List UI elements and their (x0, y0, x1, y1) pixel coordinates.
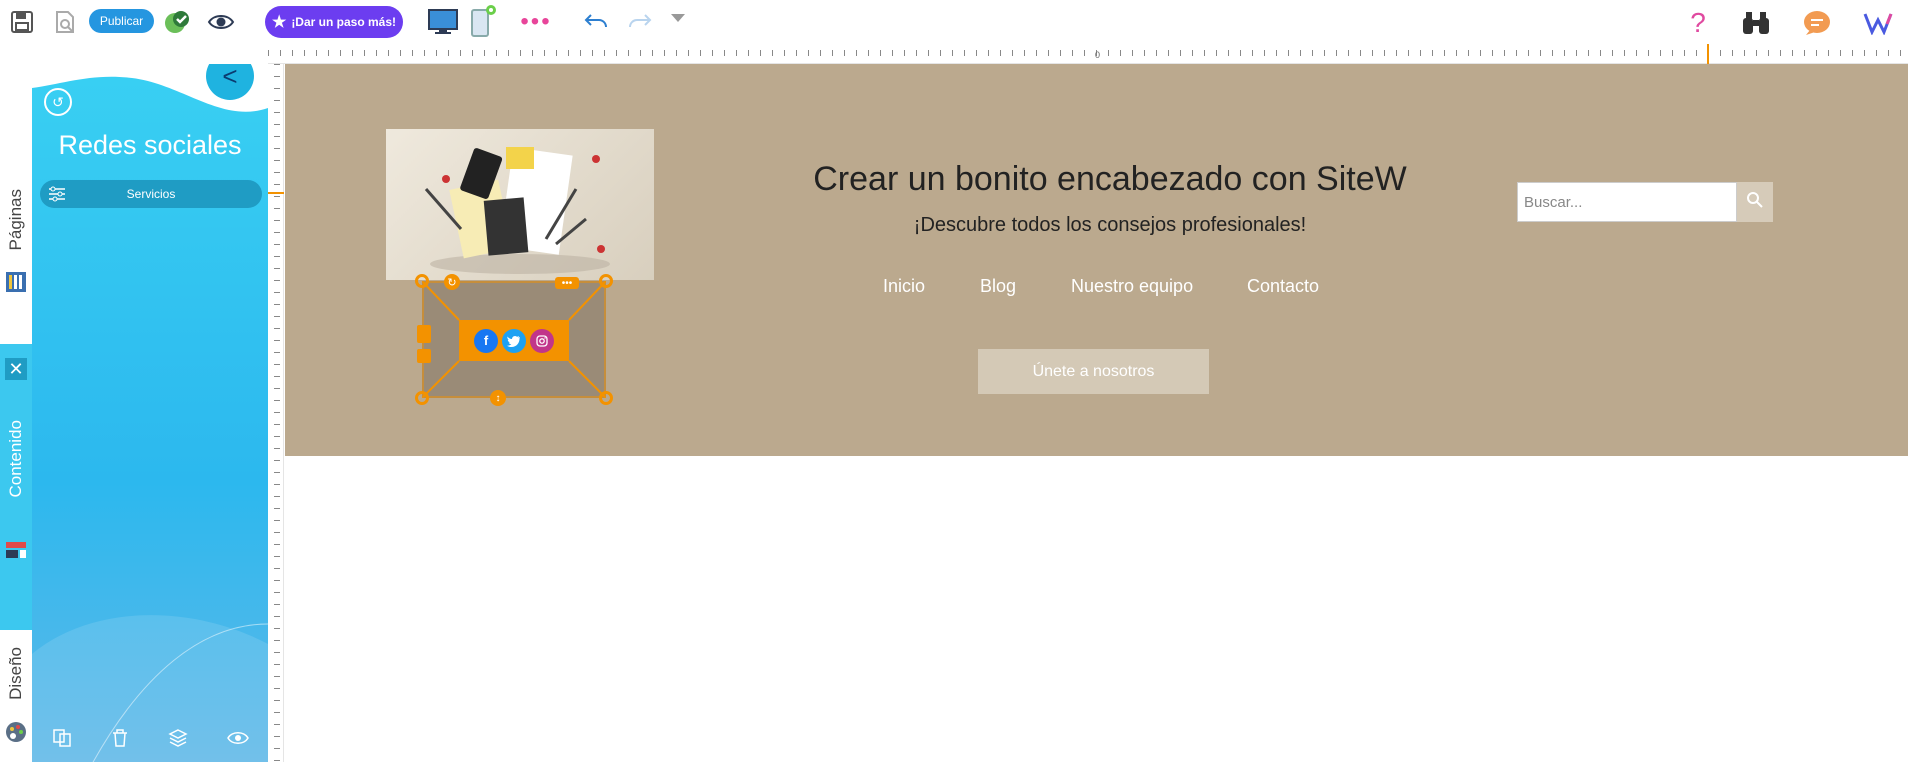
resize-handle-top-right[interactable] (599, 274, 613, 288)
upgrade-button[interactable]: ★ ¡Dar un paso más! (265, 6, 403, 38)
sliders-icon (48, 186, 66, 205)
resize-handle-bottom-left[interactable] (415, 391, 429, 405)
ruler-marker-right (1707, 44, 1709, 64)
undo-icon[interactable] (582, 10, 610, 34)
services-label: Servicios (126, 187, 176, 201)
duplicate-icon[interactable] (52, 728, 72, 753)
layers-icon[interactable] (167, 728, 188, 753)
twitter-icon[interactable] (502, 328, 526, 353)
eye-icon[interactable] (206, 9, 236, 35)
drag-handle-icon[interactable] (417, 325, 431, 343)
search-button[interactable] (1737, 182, 1773, 222)
chevron-left-icon: < (222, 64, 238, 91)
horizontal-ruler: 0 (268, 44, 1908, 64)
join-button[interactable]: Únete a nosotros (978, 349, 1209, 394)
rotate-icon[interactable]: ↻ (444, 274, 460, 290)
left-tab-strip: Páginas ✕ Contenido Diseño (0, 44, 32, 762)
tab-design-label: Diseño (6, 647, 25, 700)
resize-handle-top-left[interactable] (415, 274, 429, 288)
tab-content[interactable]: ✕ Contenido (0, 344, 32, 630)
ruler-zero-label: 0 (1095, 50, 1101, 60)
widgets-icon (4, 538, 28, 567)
desktop-icon[interactable] (428, 8, 458, 36)
star-icon: ★ (271, 14, 287, 31)
nav-link-team[interactable]: Nuestro equipo (1071, 276, 1193, 297)
nav-link-contact[interactable]: Contacto (1247, 276, 1319, 297)
sitew-logo-icon[interactable] (1862, 9, 1902, 37)
redo-icon[interactable] (626, 10, 654, 34)
dropdown-icon[interactable] (668, 10, 688, 26)
panel-footer (32, 718, 268, 762)
top-toolbar: Publicar ★ ¡Dar un paso más! ••• ? (0, 0, 1908, 44)
tab-pages-label: Páginas (6, 188, 25, 251)
nav-link-inicio[interactable]: Inicio (883, 276, 925, 297)
help-icon[interactable]: ? (1686, 7, 1710, 38)
social-icons-bar[interactable]: f (459, 320, 569, 361)
height-resize-icon[interactable]: ↕ (490, 390, 506, 406)
visibility-icon[interactable] (226, 730, 249, 751)
facebook-icon[interactable]: f (474, 328, 498, 353)
tab-design[interactable]: Diseño (0, 634, 32, 762)
page-subheading: ¡Descubre todos los consejos profesional… (913, 214, 1307, 236)
save-icon[interactable] (9, 9, 35, 35)
ruler-marker-left (268, 192, 284, 194)
resize-handle-bottom-right[interactable] (599, 391, 613, 405)
upgrade-label: ¡Dar un paso más! (291, 15, 397, 29)
panel-back-button[interactable]: ↺ (44, 88, 72, 116)
publish-button[interactable]: Publicar (89, 9, 154, 33)
panel-title: Redes sociales (58, 130, 242, 160)
page-heading: Crear un bonito encabezado con SiteW (813, 160, 1407, 198)
binoculars-icon[interactable] (1740, 9, 1772, 37)
side-panel: < ↺ Redes sociales Servicios (32, 64, 268, 762)
globe-check-icon[interactable] (163, 8, 191, 36)
tab-pages[interactable]: Páginas (0, 144, 32, 344)
tab-content-label: Contenido (6, 420, 25, 498)
palette-icon (4, 720, 28, 749)
chat-icon[interactable] (1802, 9, 1832, 37)
options-dots-icon[interactable]: ••• (555, 277, 579, 289)
hero-image[interactable] (386, 129, 654, 280)
columns-icon (5, 270, 27, 299)
nav-link-blog[interactable]: Blog (980, 276, 1016, 297)
close-icon[interactable]: ✕ (5, 358, 27, 380)
search-icon (1746, 191, 1764, 214)
vertical-ruler (268, 64, 284, 762)
search-input[interactable]: Buscar... (1517, 182, 1737, 222)
link-icon[interactable] (417, 349, 431, 363)
services-button[interactable]: Servicios (40, 180, 262, 208)
preview-page-icon[interactable] (52, 9, 78, 35)
trash-icon[interactable] (111, 728, 129, 753)
back-arrow-icon: ↺ (52, 93, 64, 110)
mobile-icon[interactable] (468, 4, 498, 38)
instagram-icon[interactable] (530, 328, 554, 353)
more-dots-icon[interactable]: ••• (520, 8, 552, 35)
